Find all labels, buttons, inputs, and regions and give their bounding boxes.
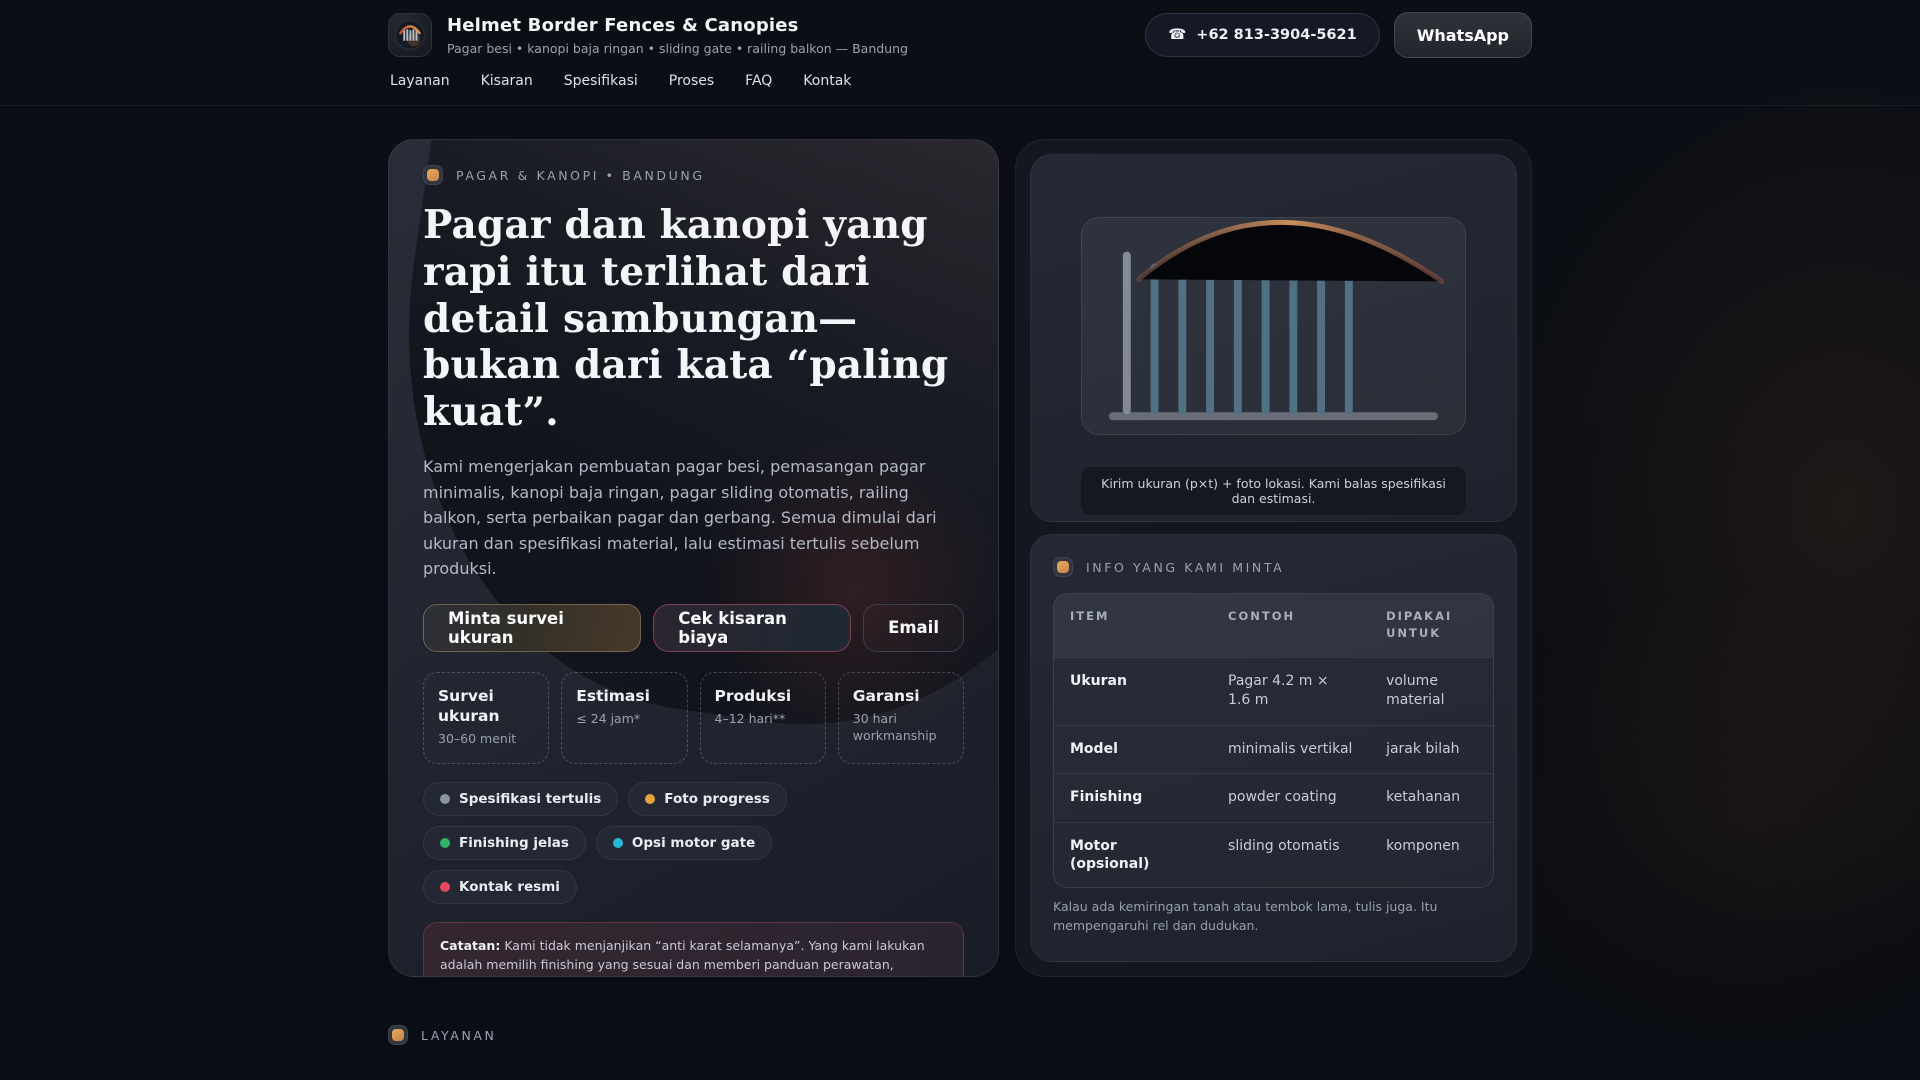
stat-value: ≤ 24 jam*	[576, 711, 641, 727]
cell-dipakai: komponen	[1370, 821, 1493, 888]
stat-card-produksi: Produksi 4–12 hari**	[699, 671, 826, 764]
hero-title: Pagar dan kanopi yang rapi itu terlihat …	[423, 202, 949, 436]
main-nav: Layanan Kisaran Spesifikasi Proses FAQ K…	[388, 73, 1532, 89]
services-eyebrow-label: LAYANAN	[421, 1027, 497, 1043]
badge-dot-icon	[645, 793, 656, 804]
note-box: Catatan: Kami tidak menjanjikan “anti ka…	[423, 921, 964, 976]
badge-label: Foto progress	[664, 790, 770, 807]
table-header-row: ITEM CONTOH DIPAKAI UNTUK	[1054, 594, 1493, 657]
nav-link-kisaran[interactable]: Kisaran	[481, 73, 533, 89]
table-row: Finishing powder coating ketahanan	[1054, 773, 1493, 823]
main-content: PAGAR & KANOPI • BANDUNG Pagar dan kanop…	[388, 139, 1532, 977]
nav-link-proses[interactable]: Proses	[669, 73, 714, 89]
table-row: Motor (opsional) sliding otomatis kompon…	[1054, 821, 1493, 888]
stat-card-survei: Survei ukuran 30–60 menit	[423, 671, 550, 764]
hero-eyebrow-label: PAGAR & KANOPI • BANDUNG	[456, 167, 705, 183]
brand-logo[interactable]: Helmet Border Fences & Canopies Pagar be…	[388, 13, 908, 57]
badge-label: Kontak resmi	[459, 878, 560, 895]
stats-row: Survei ukuran 30–60 menit Estimasi ≤ 24 …	[423, 671, 964, 764]
nav-link-kontak[interactable]: Kontak	[803, 73, 851, 89]
cell-contoh: minimalis vertikal	[1212, 724, 1371, 774]
table-row: Ukuran Pagar 4.2 m × 1.6 m volume materi…	[1054, 656, 1493, 726]
cell-contoh: powder coating	[1212, 773, 1371, 823]
note-text: Kami tidak menjanjikan “anti karat selam…	[440, 937, 925, 973]
badge-dot-icon	[440, 881, 450, 892]
info-eyebrow: INFO YANG KAMI MINTA	[1053, 557, 1494, 577]
section-marker-icon	[1053, 557, 1073, 577]
stat-title: Produksi	[714, 686, 792, 705]
badge-label: Opsi motor gate	[631, 834, 756, 851]
info-panel: INFO YANG KAMI MINTA ITEM CONTOH DIPAKAI…	[1030, 534, 1517, 962]
badge-label: Finishing jelas	[459, 834, 569, 851]
info-table: ITEM CONTOH DIPAKAI UNTUK Ukuran Pagar 4…	[1053, 593, 1494, 889]
nav-link-faq[interactable]: FAQ	[745, 73, 772, 89]
site-header: Helmet Border Fences & Canopies Pagar be…	[0, 0, 1920, 106]
aside-column: Kirim ukuran (p×t) + foto lokasi. Kami b…	[1015, 139, 1532, 977]
cta-survey-button[interactable]: Minta survei ukuran	[423, 603, 642, 652]
services-eyebrow: LAYANAN	[388, 1025, 1532, 1045]
cell-dipakai: volume material	[1370, 656, 1493, 726]
badges-row: Spesifikasi tertulis Foto progress Finis…	[423, 781, 893, 904]
cell-dipakai: ketahanan	[1370, 773, 1493, 823]
illustration-caption: Kirim ukuran (p×t) + foto lokasi. Kami b…	[1081, 467, 1466, 515]
column-header-contoh: CONTOH	[1212, 594, 1371, 657]
note-label: Catatan:	[440, 937, 501, 953]
badge-opsi-motor-gate: Opsi motor gate	[595, 825, 773, 860]
badge-spesifikasi-tertulis: Spesifikasi tertulis	[423, 781, 619, 816]
whatsapp-button[interactable]: WhatsApp	[1393, 12, 1532, 58]
table-row: Model minimalis vertikal jarak bilah	[1054, 724, 1493, 774]
stat-title: Estimasi	[576, 686, 650, 705]
hero-eyebrow: PAGAR & KANOPI • BANDUNG	[423, 165, 964, 185]
stat-card-garansi: Garansi 30 hari workmanship	[837, 671, 964, 764]
badge-finishing-jelas: Finishing jelas	[423, 825, 586, 860]
hero-description: Kami mengerjakan pembuatan pagar besi, p…	[423, 456, 937, 579]
cell-contoh: sliding otomatis	[1212, 821, 1371, 888]
cell-item: Motor (opsional)	[1054, 821, 1213, 888]
stat-value: 4–12 hari**	[714, 711, 786, 727]
nav-link-layanan[interactable]: Layanan	[390, 73, 450, 89]
phone-number: +62 813-3904-5621	[1196, 27, 1357, 43]
cta-cost-button[interactable]: Cek kisaran biaya	[653, 603, 852, 652]
stat-value: 30–60 menit	[438, 731, 517, 747]
badge-dot-icon	[440, 837, 450, 848]
badge-label: Spesifikasi tertulis	[459, 790, 602, 807]
brand-subtitle: Pagar besi • kanopi baja ringan • slidin…	[447, 40, 908, 56]
info-eyebrow-label: INFO YANG KAMI MINTA	[1086, 559, 1285, 575]
nav-link-spesifikasi[interactable]: Spesifikasi	[564, 73, 638, 89]
fence-illustration-graphic	[1108, 220, 1445, 421]
stat-card-estimasi: Estimasi ≤ 24 jam*	[561, 671, 688, 764]
info-footnote: Kalau ada kemiringan tanah atau tembok l…	[1053, 899, 1438, 933]
stat-title: Garansi	[852, 686, 920, 705]
stat-value: 30 hari workmanship	[852, 711, 937, 743]
page: Helmet Border Fences & Canopies Pagar be…	[0, 0, 1920, 1080]
services-section: LAYANAN	[388, 1025, 1532, 1045]
illustration-panel: Kirim ukuran (p×t) + foto lokasi. Kami b…	[1030, 154, 1517, 522]
cell-item: Ukuran	[1054, 656, 1213, 726]
phone-button[interactable]: ☎ +62 813-3904-5621	[1145, 13, 1380, 57]
fence-canopy-illustration	[1081, 217, 1466, 435]
cta-row: Minta survei ukuran Cek kisaran biaya Em…	[423, 603, 964, 652]
brand-title: Helmet Border Fences & Canopies	[447, 14, 799, 36]
badge-kontak-resmi: Kontak resmi	[423, 869, 577, 904]
hero-card: PAGAR & KANOPI • BANDUNG Pagar dan kanop…	[388, 139, 999, 977]
section-marker-icon	[388, 1025, 408, 1045]
cta-email-button[interactable]: Email	[863, 603, 964, 652]
cell-item: Model	[1054, 724, 1213, 774]
cell-dipakai: jarak bilah	[1370, 724, 1493, 774]
cell-contoh: Pagar 4.2 m × 1.6 m	[1212, 656, 1371, 726]
column-header-dipakai: DIPAKAI UNTUK	[1370, 594, 1493, 657]
stat-title: Survei ukuran	[438, 686, 500, 726]
badge-foto-progress: Foto progress	[628, 781, 787, 816]
badge-dot-icon	[440, 793, 450, 804]
cell-item: Finishing	[1054, 773, 1213, 823]
phone-icon: ☎	[1168, 27, 1187, 43]
section-marker-icon	[423, 165, 443, 185]
fence-canopy-logo-icon	[388, 13, 432, 57]
column-header-item: ITEM	[1054, 594, 1213, 657]
badge-dot-icon	[612, 837, 623, 848]
